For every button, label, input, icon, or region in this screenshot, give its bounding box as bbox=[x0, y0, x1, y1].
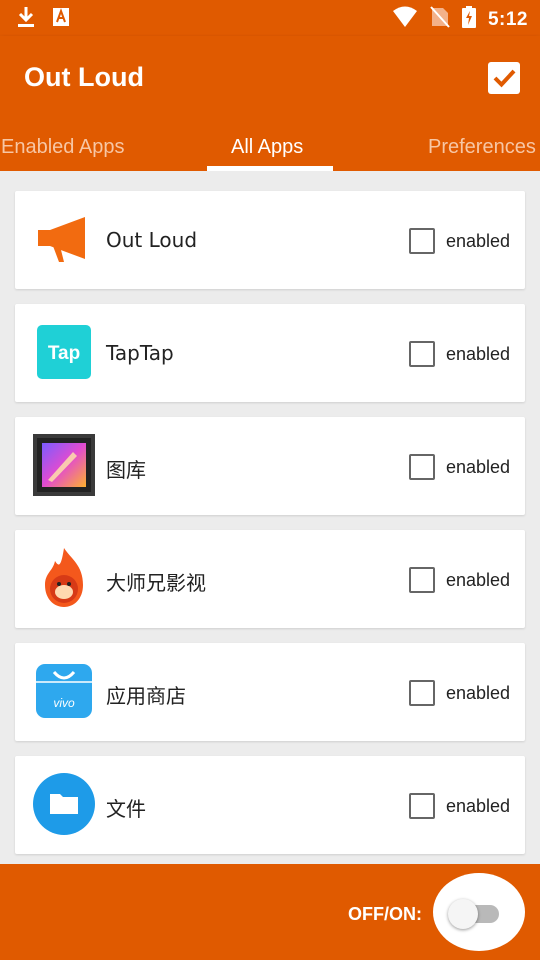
enabled-checkbox[interactable] bbox=[409, 680, 435, 706]
tab-preferences[interactable]: Preferences bbox=[428, 136, 536, 159]
app-name: 大师兄影视 bbox=[106, 571, 206, 595]
list-item[interactable]: Out Loud enabled bbox=[15, 191, 525, 289]
enabled-label: enabled bbox=[446, 231, 511, 251]
select-all-checkbox[interactable] bbox=[488, 62, 520, 94]
megaphone-icon bbox=[33, 208, 95, 270]
enabled-checkbox[interactable] bbox=[409, 454, 435, 480]
enabled-label: enabled bbox=[446, 796, 511, 816]
no-sim-icon bbox=[430, 6, 450, 33]
taptap-icon: Tap bbox=[33, 321, 95, 383]
flame-monkey-icon bbox=[33, 547, 95, 609]
list-item[interactable]: 大师兄影视 enabled bbox=[15, 530, 525, 628]
app-name: 应用商店 bbox=[106, 684, 186, 708]
enabled-label: enabled bbox=[446, 344, 511, 364]
enabled-checkbox[interactable] bbox=[409, 793, 435, 819]
enabled-checkbox[interactable] bbox=[409, 567, 435, 593]
app-name: TapTap bbox=[106, 341, 174, 365]
checkbox-checked-icon bbox=[493, 69, 516, 88]
enabled-checkbox[interactable] bbox=[409, 228, 435, 254]
list-item[interactable]: vivo 应用商店 enabled bbox=[15, 643, 525, 741]
toggle-label: OFF/ON: bbox=[348, 904, 422, 924]
tab-bar: Enabled Apps All Apps Preferences bbox=[0, 120, 540, 171]
tab-enabled-apps[interactable]: Enabled Apps bbox=[1, 136, 124, 159]
power-toggle-button[interactable] bbox=[433, 873, 525, 951]
list-item[interactable]: Tap TapTap enabled bbox=[15, 304, 525, 402]
taptap-icon-text: Tap bbox=[48, 343, 80, 364]
app-notification-icon bbox=[52, 7, 70, 32]
app-title: Out Loud bbox=[24, 62, 144, 92]
status-bar: 5:12 bbox=[0, 0, 540, 36]
enabled-label: enabled bbox=[446, 570, 511, 590]
wifi-icon bbox=[392, 6, 418, 33]
vivo-icon-text: vivo bbox=[53, 696, 75, 710]
enabled-label: enabled bbox=[446, 683, 511, 703]
switch-thumb[interactable] bbox=[448, 899, 478, 929]
app-name: Out Loud bbox=[106, 228, 198, 252]
download-icon bbox=[16, 6, 36, 33]
gallery-icon bbox=[33, 434, 95, 496]
bottom-bar: OFF/ON: bbox=[0, 864, 540, 960]
tab-all-apps[interactable]: All Apps bbox=[231, 136, 303, 159]
battery-charging-icon bbox=[461, 6, 476, 33]
app-bar: Out Loud bbox=[0, 36, 540, 120]
app-name: 文件 bbox=[106, 797, 146, 821]
folder-icon bbox=[33, 773, 95, 835]
list-item[interactable]: 图库 enabled bbox=[15, 417, 525, 515]
enabled-label: enabled bbox=[446, 457, 511, 477]
shopping-bag-icon: vivo bbox=[33, 660, 95, 722]
app-list[interactable]: Out Loud enabled Tap TapTap enabled 图库 e… bbox=[0, 171, 540, 864]
list-item[interactable]: 文件 enabled bbox=[15, 756, 525, 854]
enabled-checkbox[interactable] bbox=[409, 341, 435, 367]
status-time: 5:12 bbox=[487, 8, 528, 30]
app-name: 图库 bbox=[106, 458, 146, 482]
